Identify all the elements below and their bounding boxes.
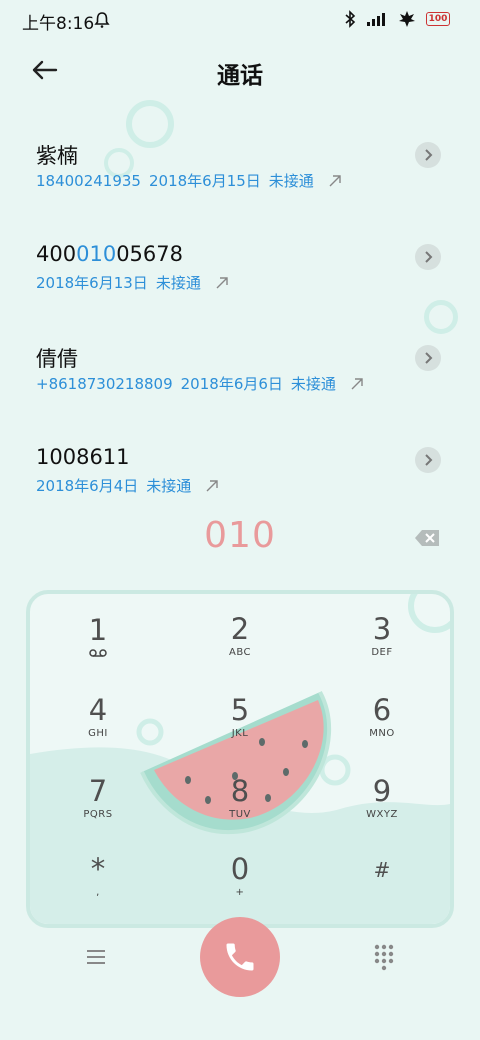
status-time: 上午8:16 [22,14,95,34]
key-star[interactable]: * , [48,842,148,912]
menu-icon[interactable] [84,945,108,969]
key-digit: 4 [88,693,108,727]
call-date: 2018年6月13日 [36,274,148,292]
phone-number: +8618730218809 [36,374,173,393]
status-icons: 100 [344,10,450,28]
key-0[interactable]: 0 + [190,842,290,912]
call-log-item[interactable]: 倩倩 +8618730218809 2018年6月6日 未接通 [0,343,480,433]
contact-number: 1008611 [36,445,130,469]
key-9[interactable]: 9 WXYZ [332,764,432,834]
key-letters: TUV [229,809,251,820]
key-letters: MNO [369,728,395,739]
key-digit: * [90,852,106,886]
call-date: 2018年6月6日 [180,375,283,393]
chevron-right-icon [425,251,433,263]
call-log-item[interactable]: 40001005678 2018年6月13日 未接通 [0,242,480,332]
call-status: 未接通 [155,274,201,292]
number-match-highlight: 010 [76,242,117,266]
keypad-panel: 1 2 ABC 3 DEF 4 GHI 5 JKL 6 MNO 7 PQRS 8… [26,590,454,928]
signal-icon [367,13,385,26]
phone-number: 18400241935 [36,171,141,190]
key-digit: 3 [372,612,392,646]
call-meta: 18400241935 2018年6月15日 未接通 [36,170,342,191]
call-meta: +8618730218809 2018年6月6日 未接通 [36,373,364,394]
key-digit: 8 [230,774,250,808]
call-date: 2018年6月4日 [36,477,139,495]
key-digit: 6 [372,693,392,727]
key-letters: PQRS [83,809,113,820]
key-letters: WXYZ [366,809,398,820]
contact-name: 倩倩 [36,347,78,371]
notification-bell-icon [94,12,110,28]
key-6[interactable]: 6 MNO [332,683,432,753]
number-suffix: 05678 [116,242,183,266]
key-letters: JKL [231,728,249,739]
key-5[interactable]: 5 JKL [190,683,290,753]
dialpad-icon[interactable] [372,943,396,971]
call-status: 未接通 [146,477,192,495]
key-letters: + [235,887,245,898]
bluetooth-icon [345,10,356,28]
detail-button[interactable] [415,345,441,371]
outgoing-arrow-icon [329,174,341,186]
phone-icon [226,943,254,971]
call-log-item[interactable]: 紫楠 18400241935 2018年6月15日 未接通 [0,140,480,230]
key-8[interactable]: 8 TUV [190,764,290,834]
bottom-action-bar [0,915,480,1005]
key-digit: 2 [230,612,250,646]
outgoing-arrow-icon [351,377,363,389]
call-meta: 2018年6月13日 未接通 [36,272,229,293]
page-title: 通话 [217,63,263,89]
call-status: 未接通 [290,375,336,393]
detail-button[interactable] [415,142,441,168]
detail-button[interactable] [415,447,441,473]
backspace-icon[interactable] [414,529,440,547]
key-digit: 9 [372,774,392,808]
outgoing-arrow-icon [206,479,218,491]
contact-number: 40001005678 [36,242,183,266]
key-hash[interactable]: # [332,842,432,912]
call-date: 2018年6月15日 [148,172,261,190]
outgoing-arrow-icon [216,276,228,288]
key-letters: ABC [228,647,251,658]
key-letters: DEF [371,647,393,658]
call-status: 未接通 [268,172,314,190]
key-digit: # [373,857,391,882]
key-1[interactable]: 1 [48,602,148,672]
key-2[interactable]: 2 ABC [190,602,290,672]
key-letters: , [96,887,100,898]
key-letters: GHI [88,728,108,739]
key-3[interactable]: 3 DEF [332,602,432,672]
detail-button[interactable] [415,244,441,270]
leaf-icon [399,11,415,27]
dial-input-display: 010 [204,515,276,556]
header: 通话 [0,48,480,92]
voicemail-icon [89,649,107,657]
key-4[interactable]: 4 GHI [48,683,148,753]
key-7[interactable]: 7 PQRS [48,764,148,834]
status-bar: 上午8:16 100 [0,0,480,40]
key-digit: 5 [230,693,250,727]
key-digit: 0 [230,852,250,886]
key-digit: 7 [88,774,108,808]
call-button[interactable] [200,917,280,997]
number-prefix: 400 [36,242,77,266]
battery-indicator: 100 [426,12,450,26]
chevron-right-icon [425,454,433,466]
key-digit: 1 [88,613,108,647]
call-meta: 2018年6月4日 未接通 [36,475,219,496]
contact-name: 紫楠 [36,144,78,168]
chevron-right-icon [425,149,433,161]
chevron-right-icon [425,352,433,364]
